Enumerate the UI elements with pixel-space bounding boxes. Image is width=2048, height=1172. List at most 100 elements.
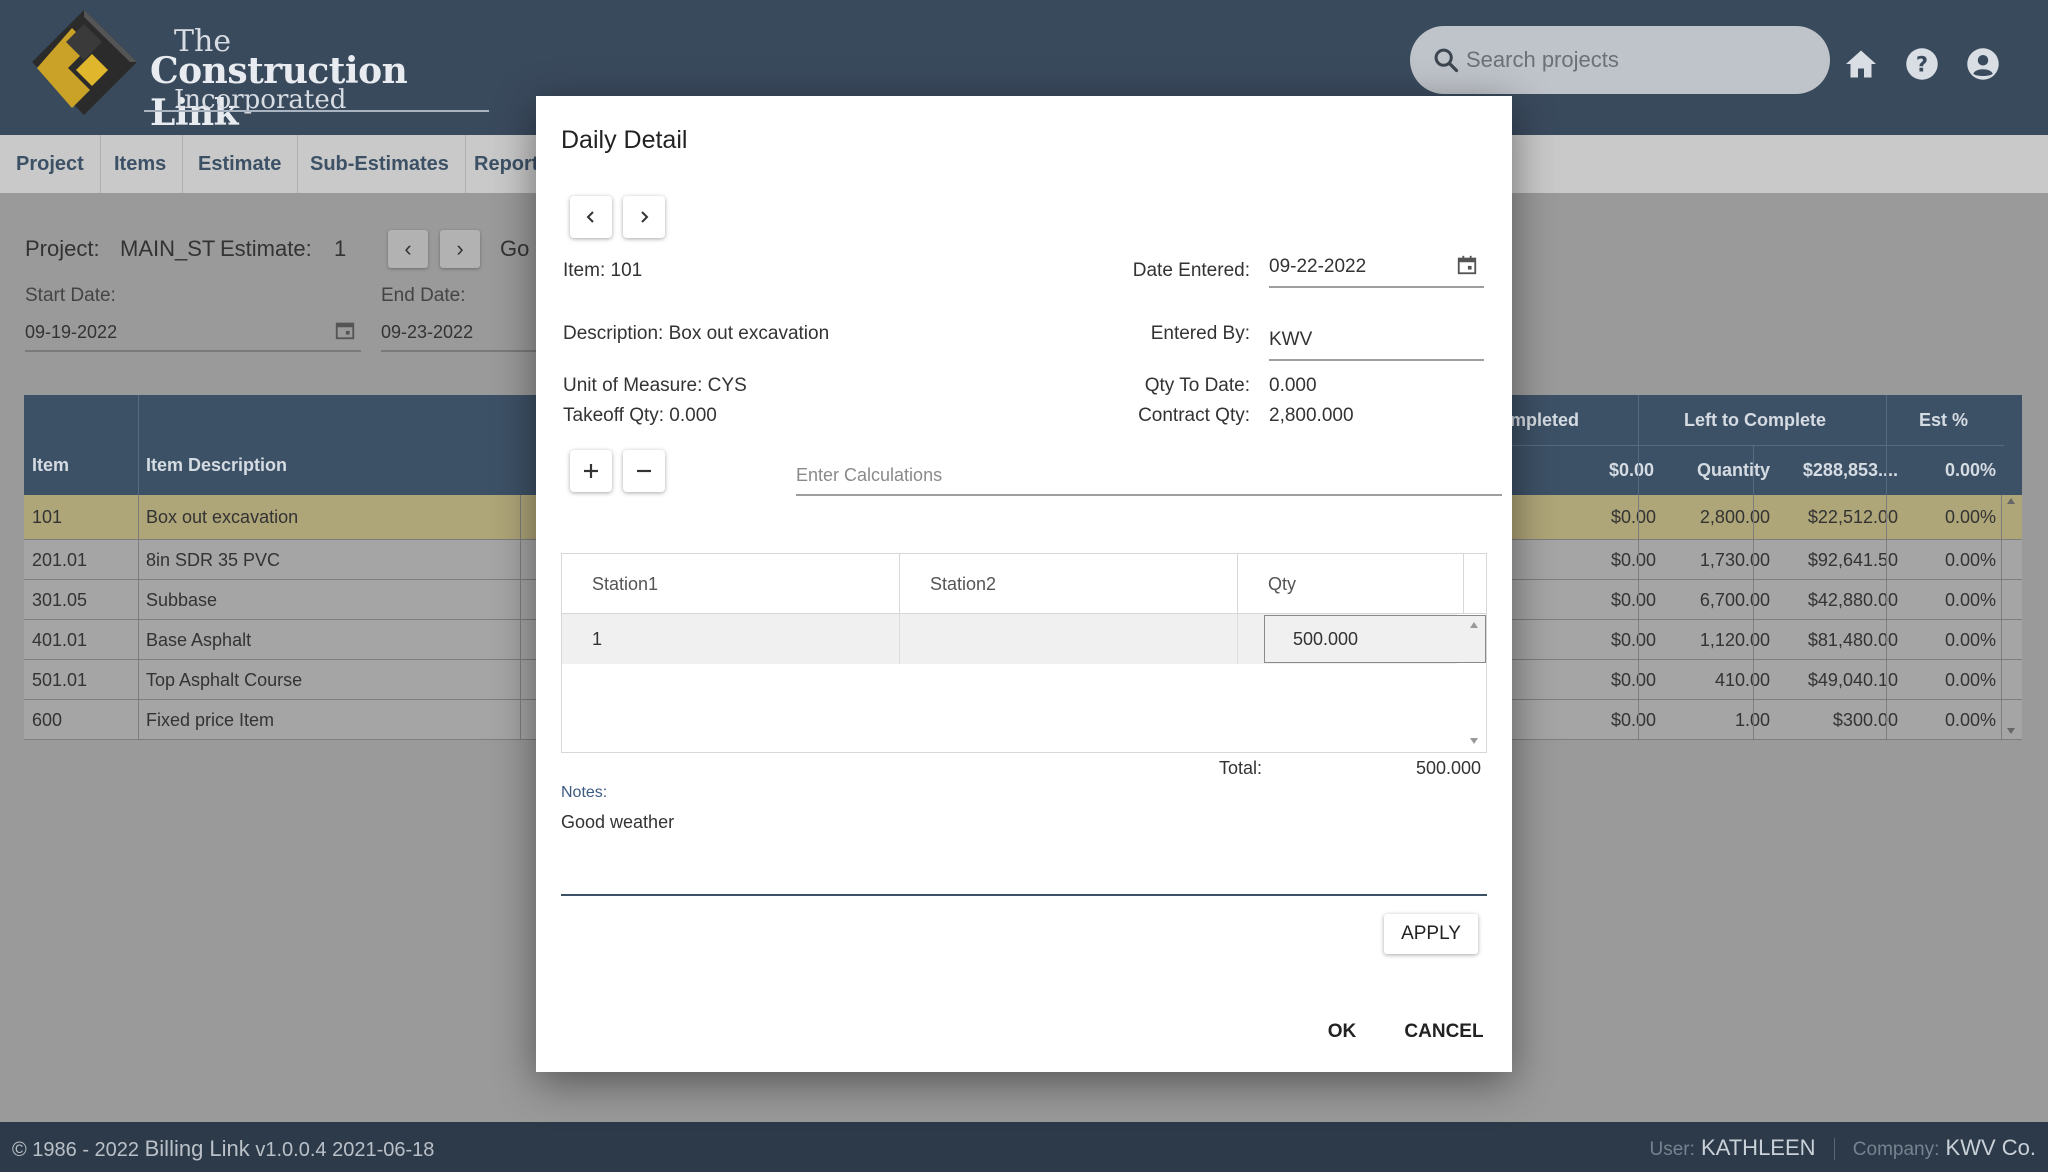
grid-cell-qty[interactable]: 500.000: [1264, 615, 1486, 663]
cell-item: 101: [32, 507, 63, 527]
estimate-next-button[interactable]: ›: [440, 230, 480, 268]
footer-user-info: User: KATHLEEN Company: KWV Co.: [1650, 1135, 2036, 1161]
cell-desc: Top Asphalt Course: [146, 670, 303, 690]
calculations-input[interactable]: [796, 456, 1502, 496]
apply-button[interactable]: APPLY: [1384, 914, 1478, 954]
row-divider: [2001, 495, 2002, 740]
grid-col-qty[interactable]: Qty: [1238, 554, 1464, 614]
col-header-item[interactable]: Item: [32, 455, 69, 476]
grid-col-station2[interactable]: Station2: [900, 554, 1238, 614]
search-input[interactable]: [1466, 40, 1806, 80]
cell-pct: 0.00%: [1944, 550, 1996, 570]
cell-left-amount: $42,880.00: [1807, 590, 1898, 610]
header-divider: [138, 395, 139, 495]
chevron-right-icon: [641, 211, 649, 223]
estimate-label: Estimate:: [220, 236, 312, 261]
table-scroll-up-icon[interactable]: [2004, 495, 2018, 507]
nav-items[interactable]: Items: [98, 135, 184, 193]
next-record-button[interactable]: [623, 196, 665, 238]
cell-pct: 0.00%: [1944, 590, 1996, 610]
prev-record-button[interactable]: [570, 196, 612, 238]
entered-by-value[interactable]: KWV: [1269, 329, 1312, 351]
col-subheader-est-pct: 0.00%: [1944, 460, 1996, 480]
entered-by-underline: [1269, 359, 1484, 361]
col-subheader-amount: $0.00: [1608, 460, 1654, 480]
add-row-button[interactable]: [570, 450, 612, 492]
stations-grid: Station1 Station2 Qty 1 500.000: [561, 553, 1487, 753]
cell-item: 501.01: [32, 670, 88, 690]
plus-icon: [584, 464, 598, 478]
footer-separator: [1833, 1138, 1835, 1161]
goto-label[interactable]: Go: [500, 236, 529, 262]
start-date-calendar-icon[interactable]: [334, 319, 356, 341]
date-entered-value[interactable]: 09-22-2022: [1269, 256, 1366, 278]
date-entered-label: Date Entered:: [1132, 260, 1250, 281]
footer-copyright-text: © 1986 - 2022: [12, 1139, 140, 1161]
footer-app-name: Billing Link: [144, 1136, 250, 1161]
row-divider: [1753, 495, 1754, 740]
footer-user-value: KATHLEEN: [1701, 1135, 1816, 1160]
unit-of-measure-text: Unit of Measure: CYS: [563, 375, 747, 396]
entered-by-label: Entered By:: [1150, 323, 1250, 344]
account-icon[interactable]: [1965, 46, 2001, 82]
grid-cell-station1[interactable]: 1: [562, 614, 900, 664]
scroll-up-icon[interactable]: [1468, 620, 1480, 630]
takeoff-qty-text: Takeoff Qty: 0.000: [563, 405, 717, 426]
col-header-completed[interactable]: mpleted: [1510, 410, 1579, 431]
cell-desc: Fixed price Item: [146, 710, 275, 730]
notes-textarea[interactable]: Good weather: [561, 812, 1487, 896]
cell-desc: 8in SDR 35 PVC: [146, 550, 281, 570]
date-entered-calendar-icon[interactable]: [1456, 254, 1478, 276]
col-header-est-pct[interactable]: Est %: [1919, 410, 1968, 431]
footer-company-value: KWV Co.: [1945, 1135, 2036, 1160]
minus-icon: [637, 469, 651, 473]
cell-pct: 0.00%: [1944, 507, 1996, 527]
estimate-prev-button[interactable]: ‹: [388, 230, 428, 268]
cell-left-amount: $49,040.10: [1807, 670, 1898, 690]
cell-item: 201.01: [32, 550, 88, 570]
grid-header: Station1 Station2 Qty: [562, 554, 1486, 614]
grid-cell-station2[interactable]: [900, 614, 1238, 664]
col-header-item-description[interactable]: Item Description: [146, 455, 287, 476]
start-date-underline: [25, 350, 361, 352]
svg-text:?: ?: [1916, 53, 1928, 77]
dialog-title: Daily Detail: [561, 126, 688, 154]
col-header-left-to-complete[interactable]: Left to Complete: [1684, 410, 1826, 431]
description-text: Description: Box out excavation: [563, 323, 830, 344]
row-divider: [520, 495, 521, 740]
cell-desc: Base Asphalt: [146, 630, 252, 650]
contract-qty-label: Contract Qty:: [1138, 405, 1250, 426]
cell-item: 600: [32, 710, 63, 730]
grid-scrollbar[interactable]: [1462, 614, 1486, 752]
nav-sub-estimates[interactable]: Sub-Estimates: [294, 135, 466, 193]
table-scroll-down-icon[interactable]: [2004, 725, 2018, 737]
footer-copyright: © 1986 - 2022 Billing Link v1.0.0.4 2021…: [12, 1136, 434, 1162]
footer-version: v1.0.0.4 2021-06-18: [255, 1139, 435, 1161]
grid-col-station1[interactable]: Station1: [562, 554, 900, 614]
header-divider: [1753, 445, 1754, 495]
end-date-underline: [381, 350, 536, 352]
search-box[interactable]: [1410, 26, 1830, 94]
cell-item: 301.05: [32, 590, 88, 610]
grid-total-label: Total:: [1219, 758, 1263, 778]
nav-estimate[interactable]: Estimate: [182, 135, 299, 193]
row-divider: [1638, 495, 1639, 740]
table-row[interactable]: 1 500.000: [562, 614, 1486, 664]
cell-item: 401.01: [32, 630, 88, 650]
app-footer: © 1986 - 2022 Billing Link v1.0.0.4 2021…: [0, 1122, 2048, 1172]
end-date-value[interactable]: 09-23-2022: [381, 322, 473, 343]
chevron-left-icon: [586, 211, 594, 223]
ok-button[interactable]: OK: [1312, 1014, 1372, 1050]
header-divider-h: [1504, 445, 2004, 446]
company-logo[interactable]: The Construction Link Incorporated: [32, 10, 489, 134]
row-divider: [1886, 495, 1887, 740]
cell-left-amount: $81,480.00: [1807, 630, 1898, 650]
nav-project[interactable]: Project: [0, 135, 101, 193]
item-text: Item: 101: [563, 260, 643, 281]
start-date-value[interactable]: 09-19-2022: [25, 322, 117, 343]
home-icon[interactable]: [1843, 46, 1879, 82]
cancel-button[interactable]: CANCEL: [1394, 1014, 1494, 1050]
scroll-down-icon[interactable]: [1468, 736, 1480, 746]
help-icon[interactable]: ?: [1904, 46, 1940, 82]
remove-row-button[interactable]: [623, 450, 665, 492]
